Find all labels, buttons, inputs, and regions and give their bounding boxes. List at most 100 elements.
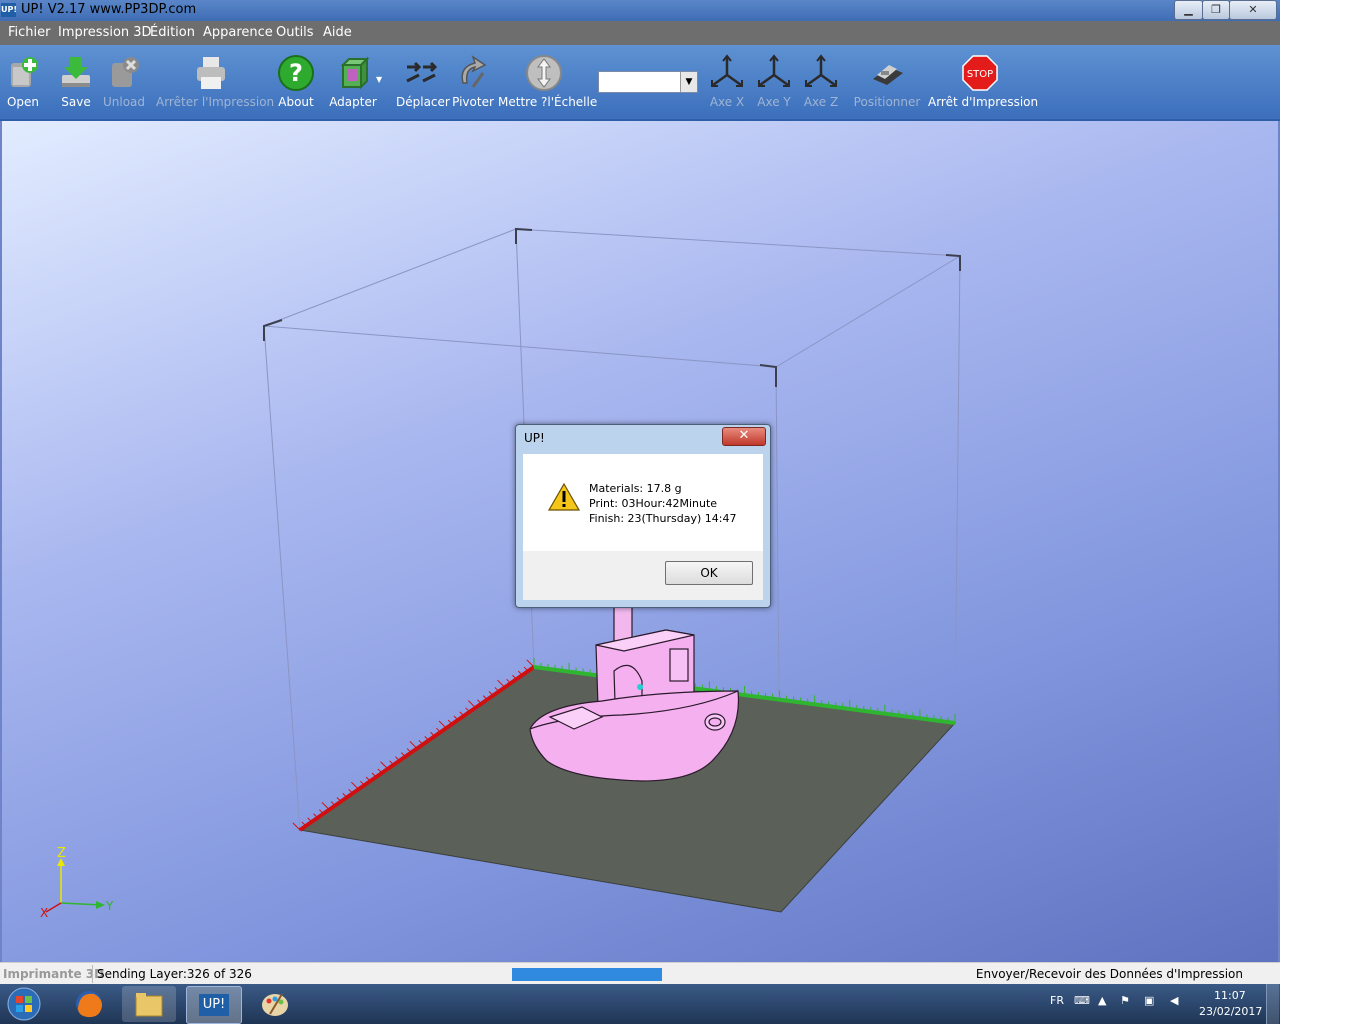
nozzle-icon	[873, 65, 903, 85]
axis-x-icon	[711, 54, 743, 87]
open-label: Open	[6, 95, 40, 109]
close-button[interactable]: ✕	[1229, 0, 1277, 20]
axis-x-letter: X	[40, 906, 48, 920]
move-button[interactable]: Déplacer	[396, 45, 450, 119]
stop-sign-icon: STOP	[962, 55, 998, 91]
restore-button[interactable]: ❐	[1202, 0, 1230, 20]
unload-icon	[112, 57, 139, 87]
ruler-tick	[350, 781, 359, 790]
layer-select[interactable]: ▼	[598, 71, 698, 93]
flag-icon[interactable]: ⚑	[1120, 994, 1130, 1007]
windows-logo-icon	[7, 987, 41, 1021]
menu-apparence[interactable]: Apparence	[203, 25, 273, 40]
dialog-footer: OK	[523, 551, 763, 600]
ruler-tick	[497, 679, 506, 688]
window-title: UP! V2.17 www.PP3DP.com	[21, 2, 197, 17]
svg-text:STOP: STOP	[967, 69, 993, 80]
layer-status: Sending Layer:326 of 326	[97, 967, 252, 981]
ruler-tick	[526, 659, 535, 668]
explorer-taskbar-button[interactable]	[122, 986, 176, 1022]
open-icon	[11, 57, 38, 87]
menu-fichier[interactable]: Fichier	[8, 25, 51, 40]
up-app-icon: UP!	[199, 994, 229, 1016]
printer-status: Imprimante 3D	[3, 967, 105, 981]
axis-y-label: Axe Y	[757, 95, 791, 109]
dialog-close-button[interactable]: ✕	[722, 427, 766, 446]
clock-time[interactable]: 11:07	[1214, 989, 1246, 1002]
dialog-message: Materials: 17.8 g Print: 03Hour:42Minute…	[589, 481, 736, 526]
scale-icon	[526, 55, 562, 91]
ruler-tick	[438, 720, 447, 729]
keyboard-icon[interactable]: ⌨	[1074, 994, 1090, 1007]
show-desktop-button[interactable]	[1266, 984, 1279, 1024]
firefox-taskbar-button[interactable]	[62, 986, 116, 1022]
progress-bar	[512, 968, 662, 981]
warning-icon	[548, 483, 580, 511]
position-label: Positionner	[853, 95, 921, 109]
scale-label: Mettre ?l'Échelle	[498, 95, 598, 109]
save-label: Save	[61, 95, 91, 109]
axis-y-icon	[758, 54, 790, 87]
system-tray: FR ⌨ ▲ ⚑ ▣ ◀ 11:07 23/02/2017	[1048, 984, 1280, 1024]
paint-taskbar-button[interactable]	[248, 986, 302, 1022]
rotate-icon	[461, 55, 487, 88]
language-indicator[interactable]: FR	[1050, 994, 1064, 1007]
menu-bar: Fichier Impression 3D Édition Apparence …	[0, 21, 1280, 45]
axis-x-button[interactable]: Axe X	[704, 45, 750, 119]
start-button[interactable]	[2, 986, 50, 1022]
axis-y-button[interactable]: Axe Y	[751, 45, 797, 119]
clock-date[interactable]: 23/02/2017	[1199, 1005, 1262, 1018]
dropdown-arrow-icon[interactable]: ▼	[376, 75, 382, 84]
scale-button[interactable]: Mettre ?l'Échelle	[498, 45, 598, 119]
move-icon	[406, 61, 438, 83]
svg-text:?: ?	[289, 59, 303, 87]
open-button[interactable]: Open	[0, 45, 46, 119]
up-taskbar-button[interactable]: UP!	[186, 986, 242, 1024]
taskbar: UP! FR ⌨ ▲ ⚑ ▣ ◀ 11:07 23/02/2017	[0, 984, 1280, 1024]
menu-aide[interactable]: Aide	[323, 25, 352, 40]
dialog-title: UP!	[524, 431, 545, 445]
stop-print-button[interactable]: Arrêter l'Impression	[156, 45, 274, 119]
about-label: About	[278, 95, 314, 109]
printer-icon	[197, 57, 225, 89]
ok-button[interactable]: OK	[665, 561, 753, 585]
desktop-margin	[1280, 0, 1345, 1024]
move-label: Déplacer	[396, 95, 450, 109]
axis-z-letter: Z	[57, 846, 66, 861]
halt-print-label: Arrêt d'Impression	[928, 95, 1039, 109]
dialog-body: Materials: 17.8 g Print: 03Hour:42Minute…	[523, 454, 763, 551]
tray-expand-icon[interactable]: ▲	[1098, 994, 1106, 1007]
ruler-tick	[467, 700, 476, 709]
unload-label: Unload	[102, 95, 146, 109]
about-button[interactable]: ? About	[274, 45, 318, 119]
save-button[interactable]: Save	[52, 45, 100, 119]
minimize-button[interactable]: ▁	[1174, 0, 1203, 20]
network-icon[interactable]: ▣	[1144, 994, 1154, 1007]
app-icon: UP!	[1, 3, 17, 17]
menu-outils[interactable]: Outils	[276, 25, 314, 40]
position-button[interactable]: Positionner	[852, 45, 922, 119]
halt-print-button[interactable]: STOP Arrêt d'Impression	[928, 45, 1039, 119]
volume-icon[interactable]: ◀	[1170, 994, 1178, 1007]
axis-z-label: Axe Z	[803, 95, 839, 109]
ruler-tick	[321, 802, 330, 810]
axis-gizmo: Z Y X	[40, 846, 114, 920]
transfer-status: Envoyer/Recevoir des Données d'Impressio…	[975, 967, 1243, 981]
menu-impression-3d[interactable]: Impression 3D	[58, 25, 152, 40]
axis-y-letter: Y	[105, 899, 114, 913]
menu-edition[interactable]: Édition	[150, 25, 195, 40]
axis-z-button[interactable]: Axe Z	[798, 45, 844, 119]
firefox-icon	[76, 991, 102, 1018]
paint-icon	[262, 993, 288, 1016]
rotate-button[interactable]: Pivoter	[448, 45, 498, 119]
materials-line: Materials: 17.8 g	[589, 482, 682, 495]
print-info-dialog: UP! ✕ Materials: 17.8 g Print: 03Hour:42…	[515, 424, 771, 608]
toolbar: Open Save Unload Arrêter l'Impression ? …	[0, 45, 1280, 121]
folder-icon	[135, 993, 163, 1017]
finish-time-line: Finish: 23(Thursday) 14:47	[589, 512, 737, 525]
adapt-button[interactable]: Adapter ▼	[326, 45, 382, 119]
save-icon	[62, 57, 90, 87]
axis-x-label: Axe X	[709, 95, 745, 109]
chevron-down-icon[interactable]: ▼	[680, 72, 697, 92]
unload-button[interactable]: Unload	[100, 45, 148, 119]
